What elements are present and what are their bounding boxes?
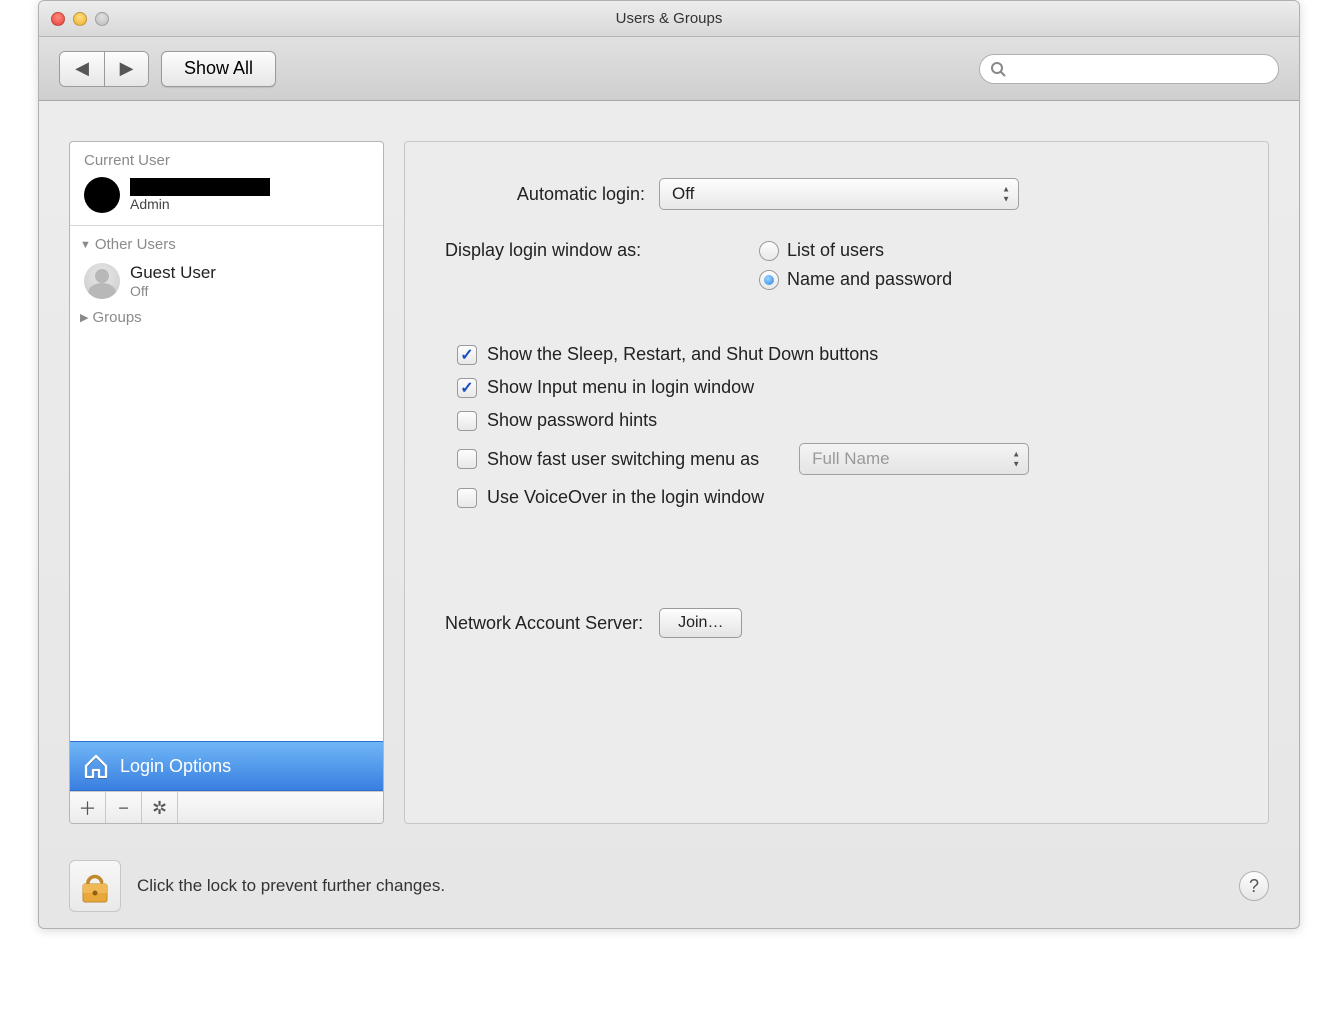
display-login-window-radio-group: List of users Name and password (759, 240, 952, 290)
window-title: Users & Groups (39, 10, 1299, 27)
groups-label: Groups (92, 309, 141, 326)
guest-user-meta: Guest User Off (130, 263, 216, 299)
close-window-button[interactable] (51, 12, 65, 26)
search-icon (990, 61, 1006, 77)
network-account-server-row: Network Account Server: Join… (445, 608, 1228, 638)
help-button[interactable]: ? (1239, 871, 1269, 901)
checkbox-icon (457, 345, 477, 365)
guest-user-avatar (84, 263, 120, 299)
login-options-label: Login Options (120, 756, 231, 777)
checkbox-icon (457, 488, 477, 508)
checkbox-show-password-hints[interactable]: Show password hints (457, 410, 1228, 431)
checkbox-show-sleep-restart-label: Show the Sleep, Restart, and Shut Down b… (487, 344, 878, 365)
house-icon (82, 752, 110, 780)
select-stepper-icon: ▲▼ (1002, 185, 1010, 204)
search-field[interactable] (979, 54, 1279, 84)
automatic-login-row: Automatic login: Off ▲▼ (445, 178, 1228, 210)
titlebar: Users & Groups (39, 1, 1299, 37)
lock-text: Click the lock to prevent further change… (137, 876, 445, 896)
join-button[interactable]: Join… (659, 608, 742, 638)
unlocked-lock-icon (78, 866, 112, 906)
login-options-button[interactable]: Login Options (70, 741, 383, 791)
display-login-window-label: Display login window as: (445, 240, 745, 261)
users-sidebar: Current User Admin ▼ Other Users Guest U… (69, 141, 384, 824)
search-input[interactable] (1012, 61, 1268, 77)
network-account-server-label: Network Account Server: (445, 613, 643, 634)
toolbar: ◀ ▶ Show All (39, 37, 1299, 101)
other-users-label: Other Users (95, 236, 176, 253)
zoom-window-button[interactable] (95, 12, 109, 26)
display-login-window-row: Display login window as: List of users N… (445, 240, 1228, 290)
radio-list-of-users[interactable]: List of users (759, 240, 952, 261)
nav-back-forward: ◀ ▶ (59, 51, 149, 87)
checkbox-show-input-menu-label: Show Input menu in login window (487, 377, 754, 398)
show-all-button[interactable]: Show All (161, 51, 276, 87)
radio-name-and-password-label: Name and password (787, 269, 952, 290)
preferences-window: Users & Groups ◀ ▶ Show All Current User (38, 0, 1300, 929)
checkbox-fast-user-switching-label: Show fast user switching menu as (487, 449, 759, 470)
fast-user-switching-value: Full Name (812, 449, 889, 469)
traffic-lights (39, 12, 109, 26)
nav-back-button[interactable]: ◀ (60, 52, 104, 86)
checkbox-icon (457, 378, 477, 398)
help-icon: ? (1249, 876, 1259, 897)
remove-user-button[interactable]: − (106, 792, 142, 824)
checkbox-voiceover-label: Use VoiceOver in the login window (487, 487, 764, 508)
chevron-right-icon: ▶ (120, 58, 134, 79)
fast-user-switching-select: Full Name ▲▼ (799, 443, 1029, 475)
radio-list-of-users-label: List of users (787, 240, 884, 261)
checkbox-show-input-menu[interactable]: Show Input menu in login window (457, 377, 1228, 398)
chevron-left-icon: ◀ (75, 58, 89, 79)
guest-user-status: Off (130, 283, 216, 299)
sidebar-divider (70, 225, 383, 226)
chevron-down-icon: ▼ (80, 239, 91, 251)
current-user-role: Admin (130, 196, 270, 212)
checkbox-voiceover[interactable]: Use VoiceOver in the login window (457, 487, 1228, 508)
checkbox-show-sleep-restart[interactable]: Show the Sleep, Restart, and Shut Down b… (457, 344, 1228, 365)
guest-user-row[interactable]: Guest User Off (70, 257, 383, 305)
nav-forward-button[interactable]: ▶ (104, 52, 148, 86)
checkbox-fast-user-switching[interactable]: Show fast user switching menu as Full Na… (457, 443, 1228, 475)
checkbox-icon (457, 411, 477, 431)
current-user-avatar (84, 177, 120, 213)
minimize-window-button[interactable] (73, 12, 87, 26)
groups-disclosure[interactable]: ▶ Groups (70, 305, 383, 330)
gear-icon: ✲ (152, 798, 167, 819)
select-stepper-icon: ▲▼ (1012, 450, 1020, 469)
current-user-row[interactable]: Admin (70, 171, 383, 219)
chevron-right-icon: ▶ (80, 311, 88, 324)
plus-icon: ＋ (79, 795, 97, 821)
automatic-login-value: Off (672, 184, 694, 204)
action-menu-button[interactable]: ✲ (142, 792, 178, 824)
current-user-meta: Admin (130, 178, 270, 212)
sidebar-actions: ＋ − ✲ (70, 791, 383, 823)
minus-icon: − (118, 798, 129, 819)
add-user-button[interactable]: ＋ (70, 792, 106, 824)
automatic-login-select[interactable]: Off ▲▼ (659, 178, 1019, 210)
checkbox-show-password-hints-label: Show password hints (487, 410, 657, 431)
current-user-name-redacted (130, 178, 270, 196)
radio-name-and-password[interactable]: Name and password (759, 269, 952, 290)
current-user-section-label: Current User (70, 142, 383, 171)
footer: Click the lock to prevent further change… (39, 844, 1299, 928)
content-body: Current User Admin ▼ Other Users Guest U… (39, 101, 1299, 844)
checkbox-icon (457, 449, 477, 469)
radio-icon (759, 270, 779, 290)
radio-icon (759, 241, 779, 261)
other-users-disclosure[interactable]: ▼ Other Users (70, 232, 383, 257)
login-options-panel: Automatic login: Off ▲▼ Display login wi… (404, 141, 1269, 824)
lock-button[interactable] (69, 860, 121, 912)
guest-user-name: Guest User (130, 263, 216, 283)
automatic-login-label: Automatic login: (445, 184, 645, 205)
